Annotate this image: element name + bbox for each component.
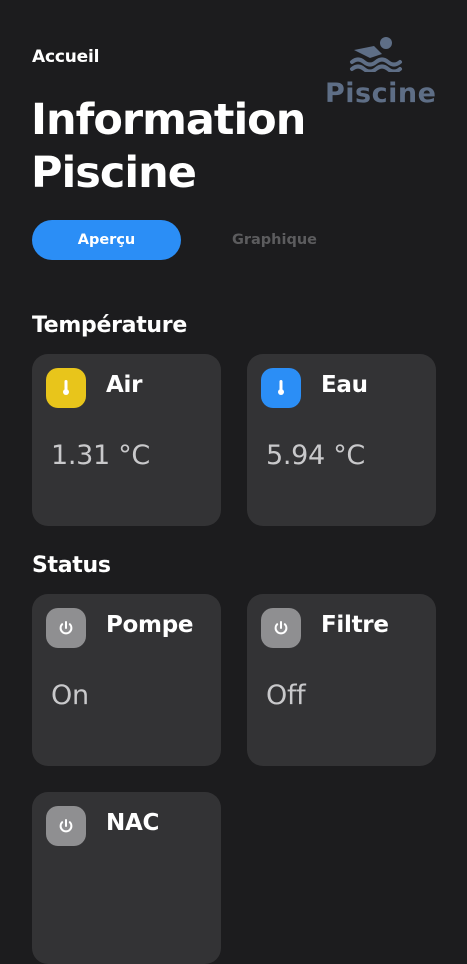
card-filtre-status[interactable]: Filtre Off <box>247 594 436 766</box>
power-icon <box>261 608 301 648</box>
breadcrumb[interactable]: Accueil <box>32 47 99 67</box>
power-icon <box>46 806 86 846</box>
page-title: Information Piscine <box>31 95 306 198</box>
thermometer-icon <box>261 368 301 408</box>
card-air-temperature[interactable]: Air 1.31 °C <box>32 354 221 526</box>
card-value: 1.31 °C <box>51 440 150 471</box>
swimmer-icon <box>350 37 402 72</box>
app-logo: Piscine <box>322 36 436 109</box>
tab-bar: Aperçu Graphique <box>32 220 342 260</box>
card-water-temperature[interactable]: Eau 5.94 °C <box>247 354 436 526</box>
section-title-status: Status <box>32 553 111 578</box>
card-label: Pompe <box>106 612 194 638</box>
thermometer-icon <box>46 368 86 408</box>
tab-apercu[interactable]: Aperçu <box>32 220 181 260</box>
card-label: Eau <box>321 372 368 398</box>
card-label: Filtre <box>321 612 389 638</box>
tab-graphique[interactable]: Graphique <box>202 220 347 260</box>
card-label: Air <box>106 372 143 398</box>
card-label: NAC <box>106 810 160 836</box>
card-value: Off <box>266 680 306 711</box>
section-title-temperature: Température <box>32 313 187 338</box>
card-pompe-status[interactable]: Pompe On <box>32 594 221 766</box>
logo-text: Piscine <box>325 78 437 109</box>
power-icon <box>46 608 86 648</box>
card-value: 5.94 °C <box>266 440 365 471</box>
card-value: On <box>51 680 89 711</box>
card-nac-status[interactable]: NAC <box>32 792 221 964</box>
